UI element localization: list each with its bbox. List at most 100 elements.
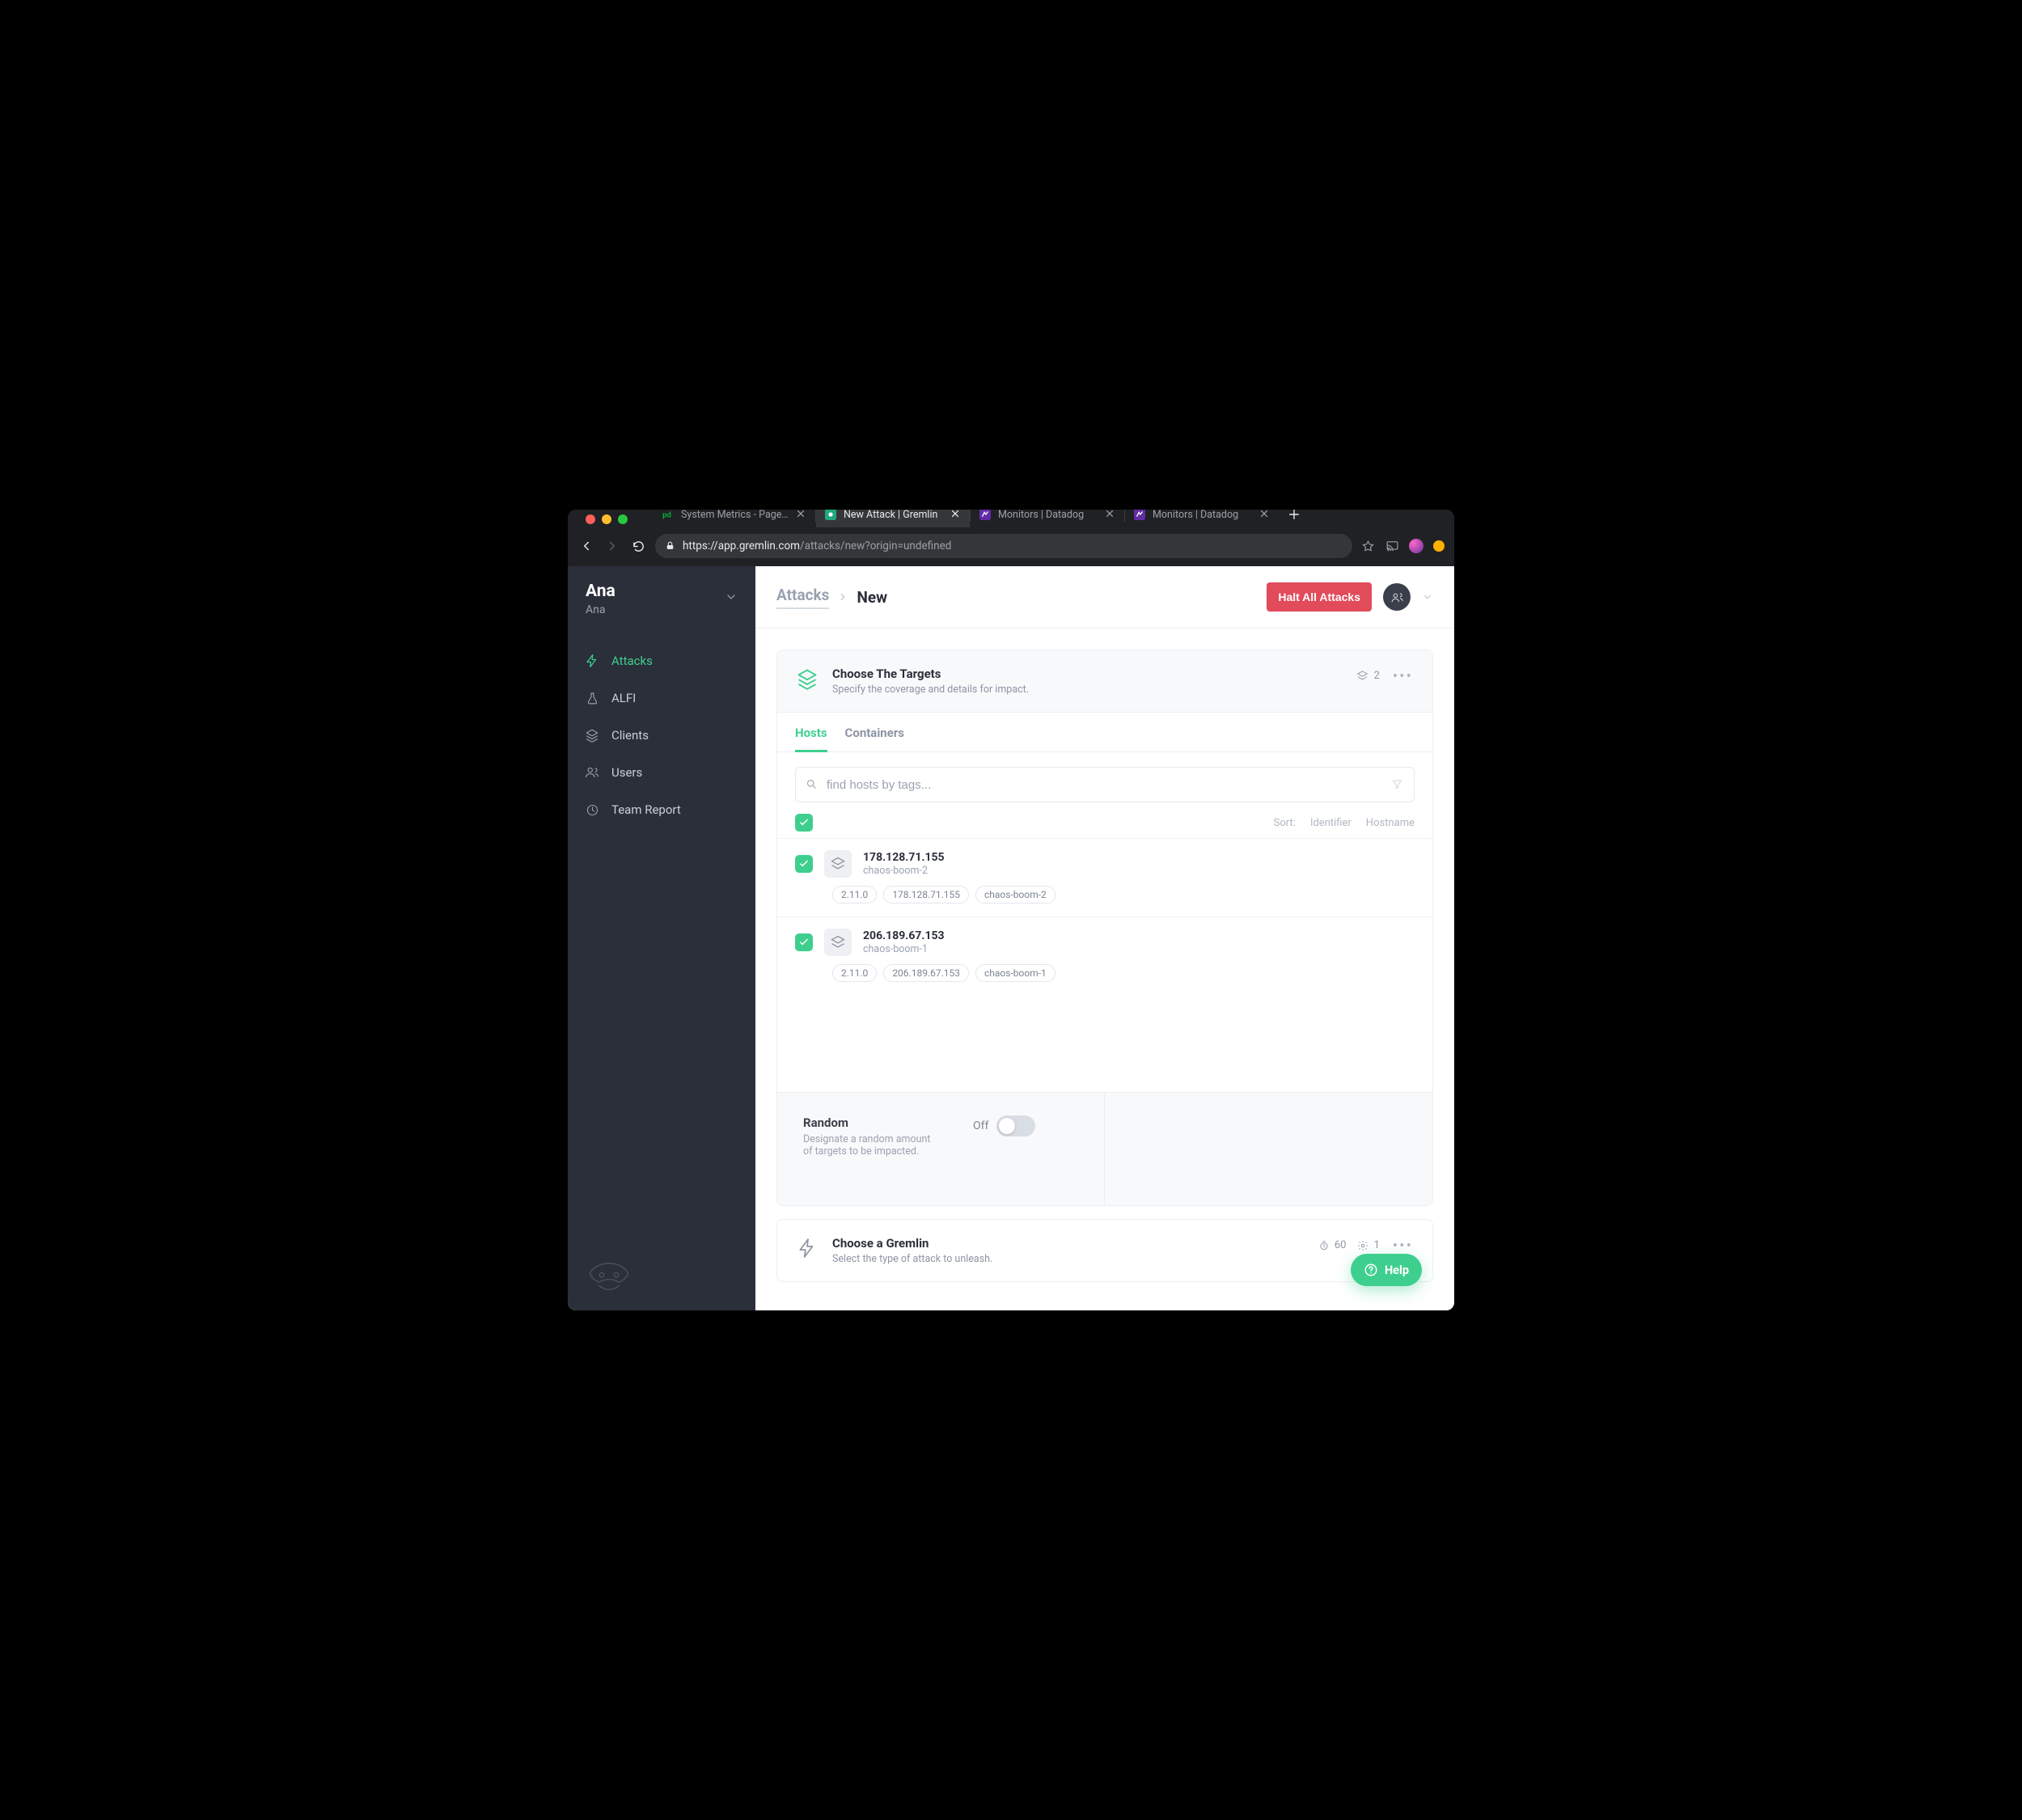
chevron-right-icon — [837, 591, 848, 603]
tab-title: Monitors | Datadog — [998, 510, 1098, 521]
card-title: Choose a Gremlin — [832, 1236, 992, 1251]
browser-tab-0[interactable]: pd System Metrics - PagerDuty — [654, 510, 815, 527]
profile-avatar-icon[interactable] — [1409, 539, 1423, 553]
sidebar-item-attacks[interactable]: Attacks — [568, 642, 755, 679]
team-switcher[interactable] — [1383, 583, 1411, 611]
duration-value: 60 — [1335, 1239, 1347, 1251]
clock-icon — [584, 802, 600, 818]
help-button[interactable]: Help — [1351, 1254, 1422, 1286]
halt-all-attacks-button[interactable]: Halt All Attacks — [1267, 582, 1372, 612]
svg-text:pd: pd — [662, 511, 671, 520]
breadcrumb-root[interactable]: Attacks — [776, 586, 829, 609]
bolt-icon — [795, 1236, 819, 1260]
nav-label: Clients — [611, 728, 649, 743]
address-bar: https://app.gremlin.com/attacks/new?orig… — [568, 529, 1454, 566]
search-icon — [806, 778, 819, 791]
sidebar-nav: Attacks ALFI Clients — [568, 642, 755, 828]
host-tag[interactable]: 206.189.67.153 — [883, 964, 969, 982]
brand-logo — [568, 1242, 755, 1310]
url-host: https://app.gremlin.com — [683, 540, 800, 552]
random-state-label: Off — [973, 1120, 988, 1132]
search-hosts-input[interactable] — [795, 767, 1415, 802]
select-all-checkbox[interactable] — [795, 814, 813, 832]
host-tag[interactable]: 2.11.0 — [832, 964, 877, 982]
sort-identifier[interactable]: Identifier — [1310, 817, 1352, 829]
setting-meta: 1 — [1357, 1239, 1379, 1251]
new-tab-button[interactable] — [1284, 510, 1305, 525]
host-checkbox[interactable] — [795, 933, 813, 951]
close-icon[interactable] — [796, 510, 807, 520]
tab-containers[interactable]: Containers — [845, 726, 904, 751]
favicon-gremlin-icon — [824, 510, 837, 521]
user-name: Ana — [586, 582, 615, 601]
favicon-pd-icon: pd — [662, 510, 675, 521]
flask-icon — [584, 690, 600, 706]
topbar: Attacks New Halt All Attacks — [755, 566, 1454, 629]
sidebar: Ana Ana Attacks ALFI — [568, 566, 755, 1310]
host-tag[interactable]: 178.128.71.155 — [883, 886, 969, 904]
nav-label: Attacks — [611, 654, 653, 668]
browser-tab-2[interactable]: Monitors | Datadog — [971, 510, 1124, 527]
close-icon[interactable] — [950, 510, 962, 520]
nav-reload-button[interactable] — [629, 537, 647, 555]
close-icon[interactable] — [1105, 510, 1116, 520]
browser-tab-1[interactable]: New Attack | Gremlin — [816, 510, 970, 527]
card-subtitle: Select the type of attack to unleash. — [832, 1253, 992, 1265]
window-minimize-button[interactable] — [602, 514, 611, 524]
random-title: Random — [803, 1115, 941, 1130]
bookmark-star-icon[interactable] — [1360, 539, 1375, 553]
targets-card-header: Choose The Targets Specify the coverage … — [777, 650, 1432, 713]
host-tag[interactable]: 2.11.0 — [832, 886, 877, 904]
sidebar-item-alfi[interactable]: ALFI — [568, 679, 755, 717]
chevron-down-icon — [725, 590, 738, 603]
user-sub: Ana — [586, 603, 615, 616]
url-input[interactable]: https://app.gremlin.com/attacks/new?orig… — [655, 534, 1352, 558]
cast-icon[interactable] — [1385, 539, 1399, 553]
main-content: Attacks New Halt All Attacks — [755, 566, 1454, 1310]
more-menu-icon[interactable]: ••• — [1391, 667, 1415, 685]
host-row: 206.189.67.153 chaos-boom-1 2.11.0 206.1… — [777, 916, 1432, 995]
host-tag[interactable]: chaos-boom-1 — [975, 964, 1055, 982]
nav-back-button[interactable] — [577, 537, 595, 555]
lock-icon — [665, 540, 676, 552]
host-ip[interactable]: 178.128.71.155 — [863, 851, 945, 864]
gremlin-card-header[interactable]: Choose a Gremlin Select the type of atta… — [777, 1220, 1432, 1281]
nav-forward-button[interactable] — [603, 537, 621, 555]
window-controls — [574, 510, 639, 524]
random-panel: Random Designate a random amount of targ… — [777, 1092, 1432, 1205]
tab-title: System Metrics - PagerDuty — [681, 510, 789, 521]
host-name: chaos-boom-2 — [863, 865, 945, 877]
sidebar-item-clients[interactable]: Clients — [568, 717, 755, 754]
layers-icon — [795, 667, 819, 691]
sidebar-item-users[interactable]: Users — [568, 754, 755, 791]
targets-tabs: Hosts Containers — [777, 713, 1432, 752]
nav-label: ALFI — [611, 691, 636, 705]
extension-icon[interactable] — [1433, 540, 1445, 552]
filter-icon[interactable] — [1391, 778, 1404, 791]
host-ip[interactable]: 206.189.67.153 — [863, 929, 945, 942]
breadcrumb-current: New — [857, 588, 887, 607]
user-menu[interactable]: Ana Ana — [568, 566, 755, 631]
sort-hostname[interactable]: Hostname — [1366, 817, 1415, 829]
host-tag[interactable]: chaos-boom-2 — [975, 886, 1055, 904]
browser-tab-3[interactable]: Monitors | Datadog — [1125, 510, 1279, 527]
targets-card: Choose The Targets Specify the coverage … — [776, 650, 1433, 1206]
tab-title: New Attack | Gremlin — [844, 510, 944, 521]
window-close-button[interactable] — [586, 514, 595, 524]
window-maximize-button[interactable] — [618, 514, 628, 524]
chevron-down-icon[interactable] — [1422, 591, 1433, 603]
favicon-dd-icon — [1133, 510, 1146, 521]
breadcrumb: Attacks New — [776, 586, 887, 609]
target-count: 2 — [1356, 670, 1379, 682]
random-desc: Designate a random amount of targets to … — [803, 1133, 941, 1158]
host-type-icon — [824, 850, 852, 878]
close-icon[interactable] — [1259, 510, 1271, 520]
sidebar-item-team-report[interactable]: Team Report — [568, 791, 755, 828]
layers-icon — [584, 727, 600, 743]
tab-hosts[interactable]: Hosts — [795, 726, 827, 752]
app: Ana Ana Attacks ALFI — [568, 566, 1454, 1310]
more-menu-icon[interactable]: ••• — [1391, 1236, 1415, 1255]
random-toggle[interactable] — [996, 1115, 1035, 1136]
search-hosts-field[interactable] — [827, 778, 1391, 792]
host-checkbox[interactable] — [795, 855, 813, 873]
